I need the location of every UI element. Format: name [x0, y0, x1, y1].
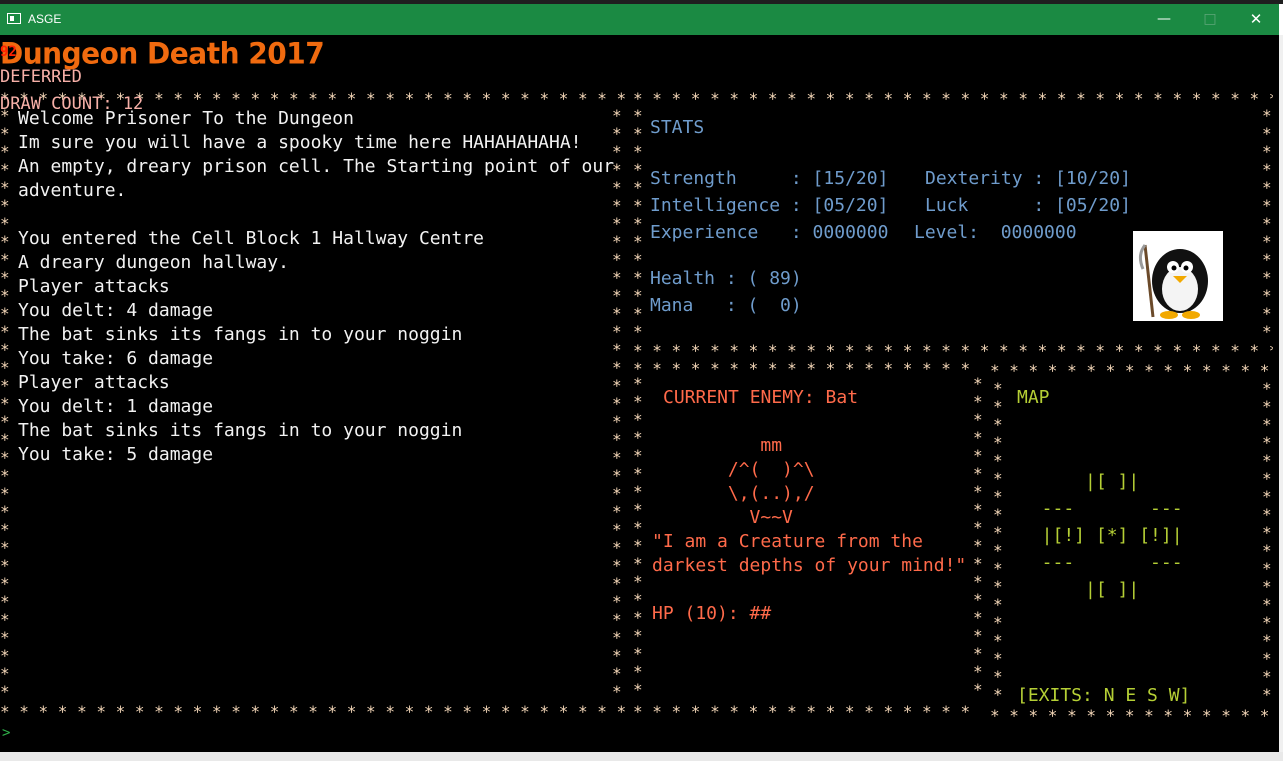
desktop-background-strip [1279, 35, 1283, 752]
close-button[interactable]: ✕ [1233, 4, 1279, 35]
star-border-vertical: * * * * * * * * * * * * * * * * * * [973, 375, 983, 699]
command-prompt[interactable]: > [2, 721, 10, 745]
log-line: Player attacks [18, 276, 170, 297]
log-line: You take: 5 damage [18, 444, 214, 465]
log-line: An empty, dreary prison cell. The Starti… [18, 156, 615, 177]
log-line: Im sure you will have a spooky time here… [18, 132, 582, 153]
star-border-horizontal: * * * * * * * * * * * * * * * * * * * * … [633, 90, 1273, 108]
background-window-text [0, 752, 1283, 761]
enemy-quote: "I am a Creature from the darkest depths… [652, 531, 967, 576]
log-line: Player attacks [18, 372, 170, 393]
star-border-horizontal: * * * * * * * * * * * * * * * * * * * * [633, 360, 971, 378]
star-border-horizontal: * * * * * * * * * * * * * * * * * * * * … [0, 703, 625, 721]
game-canvas[interactable]: Dungeon Death 2017 92 DEFERRED DRAW COUN… [0, 35, 1279, 752]
star-border-horizontal: * * * * * * * * * * * * * * * * * [990, 707, 1270, 725]
stat-dexterity: Dexterity : [10/20] [925, 168, 1131, 189]
title-bar[interactable]: ASGE — □ ✕ [0, 4, 1279, 35]
minimize-button[interactable]: — [1141, 4, 1187, 35]
log-line: You delt: 4 damage [18, 300, 214, 321]
stats-title: STATS [650, 117, 705, 138]
fps-counter: 92 [0, 44, 17, 60]
star-border-vertical: * * * * * * * * * * * * * * * * * * * * … [0, 107, 10, 701]
star-border-vertical: * * * * * * * * * * * * * [633, 107, 643, 341]
star-border-horizontal: * * * * * * * * * * * * * * * * * * * * [633, 703, 971, 721]
stat-intelligence: Intelligence : [05/20] [650, 195, 889, 216]
enemy-ascii-art: mm /^( )^\ \,(..),/ V~~V [727, 435, 815, 528]
app-icon [7, 13, 21, 24]
log-line: The bat sinks its fangs in to your noggi… [18, 420, 463, 441]
star-border-vertical: * * * * * * * * * * * * * * * * * * [1262, 380, 1272, 704]
stat-luck: Luck : [05/20] [925, 195, 1131, 216]
game-window: ASGE — □ ✕ Dungeon Death 2017 92 DEFERRE… [0, 4, 1279, 752]
star-border-vertical: * * * * * * * * * * * * * [1262, 107, 1272, 341]
stat-level: Level: 0000000 [914, 222, 1077, 243]
current-enemy-title: CURRENT ENEMY: Bat [663, 387, 859, 408]
star-border-horizontal: * * * * * * * * * * * * * * * * * [990, 362, 1270, 380]
penguin-reaper-icon [1133, 231, 1223, 321]
stat-mana: Mana : ( 0) [650, 295, 802, 316]
stat-experience: Experience : 0000000 [650, 222, 889, 243]
log-line: You delt: 1 damage [18, 396, 214, 417]
map-exits: [EXITS: N E S W] [1017, 685, 1191, 706]
log-line: You entered the Cell Block 1 Hallway Cen… [18, 228, 484, 249]
log-line: You take: 6 damage [18, 348, 214, 369]
maximize-button[interactable]: □ [1187, 4, 1233, 35]
stat-health: Health : ( 89) [650, 268, 802, 289]
map-ascii-art: |[ ]| --- --- |[!] [*] [!]| --- --- |[ ]… [1041, 471, 1183, 600]
draw-count-label: DRAW COUNT: 12 [0, 94, 144, 114]
enemy-hp: HP (10): ## [652, 603, 772, 624]
window-title: ASGE [28, 12, 62, 26]
star-border-vertical: * * * * * * * * * * * * * * * * * * [993, 380, 1003, 704]
map-title: MAP [1017, 387, 1050, 408]
log-line: adventure. [18, 180, 127, 201]
render-mode-label: DEFERRED [0, 67, 82, 87]
stat-strength: Strength : [15/20] [650, 168, 889, 189]
star-border-vertical: * * * * * * * * * * * * * * * * * * [633, 375, 643, 699]
log-line: A dreary dungeon hallway. [18, 252, 289, 273]
log-line: The bat sinks its fangs in to your noggi… [18, 324, 463, 345]
star-border-horizontal: * * * * * * * * * * * * * * * * * * * * … [633, 342, 1273, 360]
message-log: Welcome Prisoner To the Dungeon Im sure y… [18, 107, 614, 467]
